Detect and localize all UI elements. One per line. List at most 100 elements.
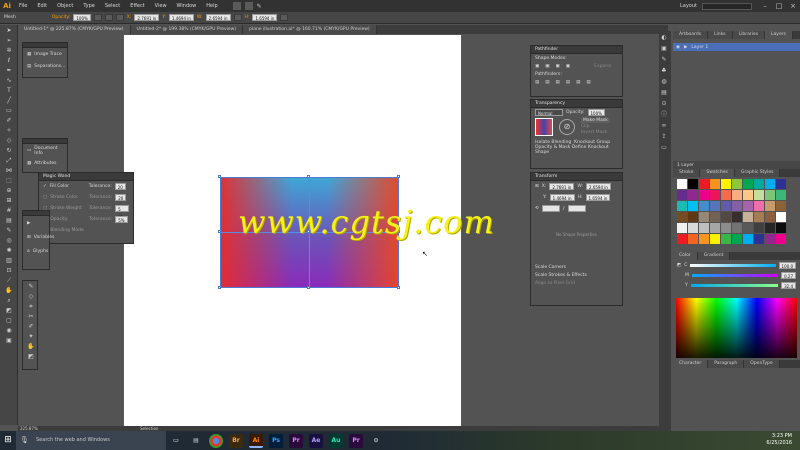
color-swatch[interactable] <box>776 234 786 244</box>
color-swatch[interactable] <box>743 223 753 233</box>
tab-paragraph[interactable]: Paragraph <box>708 360 745 368</box>
color-swatch[interactable] <box>765 234 775 244</box>
color-swatch[interactable] <box>699 212 709 222</box>
menu-view[interactable]: View <box>150 0 172 12</box>
expand-button[interactable]: Expand <box>594 64 611 69</box>
c-value-field[interactable]: 100.0 <box>778 261 796 269</box>
width-tool-icon[interactable]: ⋈ <box>3 166 15 175</box>
tab-artboards[interactable]: Artboards <box>673 31 709 39</box>
scale-corners-checkbox[interactable]: Scale Corners <box>531 263 622 271</box>
color-mode-icon[interactable]: ▢ <box>3 316 15 325</box>
transform-h-field[interactable]: 1.6594 in <box>585 194 611 201</box>
tab-character[interactable]: Character <box>673 360 709 368</box>
menu-select[interactable]: Select <box>100 0 125 12</box>
menu-object[interactable]: Object <box>52 0 78 12</box>
transform-x-field[interactable]: 2.7691 in <box>549 183 575 190</box>
y-slider[interactable] <box>690 283 779 287</box>
selection-tool-icon[interactable]: ➤ <box>3 26 15 35</box>
color-swatch[interactable] <box>754 190 764 200</box>
arrange-documents-icon[interactable] <box>244 2 253 10</box>
pencil-icon[interactable]: ✐ <box>25 322 37 331</box>
glyphs-item[interactable]: a Glyphs <box>23 244 49 258</box>
reference-point-icon[interactable]: ⊞ <box>535 184 539 189</box>
color-swatch[interactable] <box>732 179 742 189</box>
tab-document-3[interactable]: plane illustration.ai* @ 160.71% (CMYK/G… <box>243 25 377 34</box>
slice-tool-icon[interactable]: ⟋ <box>3 276 15 285</box>
symbol-sprayer-tool-icon[interactable]: ✺ <box>3 246 15 255</box>
tab-document-1[interactable]: Untitled-1* @ 225.87% (CMYK/GPU Preview) <box>18 25 131 34</box>
intersect-icon[interactable]: ▣ <box>556 64 560 69</box>
variables-item[interactable]: ⊞ Variables <box>23 230 54 244</box>
crop-icon[interactable]: ⌗ <box>25 302 37 311</box>
x-field[interactable]: 2.7691 in <box>134 14 160 21</box>
knockout-group-checkbox[interactable]: Knockout Group <box>574 140 610 145</box>
transparency-title[interactable]: Transparency <box>531 100 622 108</box>
color-swatch[interactable] <box>721 212 731 222</box>
eyedropper-tool-icon[interactable]: ✎ <box>3 226 15 235</box>
bridge-icon[interactable] <box>232 2 241 10</box>
brushes-icon[interactable]: ✎ <box>660 56 668 64</box>
expand-layer-icon[interactable]: ▶ <box>684 45 687 50</box>
tab-document-2[interactable]: Untitled-2* @ 199.38% (CMYK/GPU Preview) <box>130 25 244 34</box>
color-swatch[interactable] <box>743 201 753 211</box>
crop-pf-icon[interactable]: ▤ <box>566 80 570 85</box>
color-guide-icon[interactable]: ◐ <box>660 34 668 42</box>
isolate-blending-checkbox[interactable]: Isolate Blending <box>535 140 571 145</box>
h-field[interactable]: 1.6594 in <box>252 14 278 21</box>
color-swatch[interactable] <box>743 234 753 244</box>
color-swatch[interactable] <box>754 179 764 189</box>
stroke-tolerance-field[interactable]: 20 <box>115 194 127 201</box>
y-value-field[interactable]: 32.4 <box>781 281 796 289</box>
shape-icon[interactable]: ◇ <box>25 292 37 301</box>
star-icon[interactable]: ✦ <box>25 332 37 341</box>
color-swatch[interactable] <box>732 223 742 233</box>
anchor-point[interactable] <box>397 286 400 289</box>
m-slider[interactable] <box>691 273 779 277</box>
menu-edit[interactable]: Edit <box>32 0 52 12</box>
w-field[interactable]: 2.6594 in <box>205 14 231 21</box>
color-swatch[interactable] <box>677 201 687 211</box>
color-swatch[interactable] <box>677 190 687 200</box>
blend-mode-select[interactable]: Normal <box>535 108 563 116</box>
color-swatch[interactable] <box>688 223 698 233</box>
system-clock[interactable]: 3:23 PM 6/25/2016 <box>766 433 792 447</box>
after-effects-app-icon[interactable]: Ae <box>309 433 323 448</box>
scale-strokes-checkbox[interactable]: Scale Strokes & Effects <box>531 271 622 279</box>
anchor-point[interactable] <box>397 175 400 178</box>
color-swatch[interactable] <box>765 179 775 189</box>
menu-effect[interactable]: Effect <box>125 0 149 12</box>
color-swatch[interactable] <box>721 190 731 200</box>
symbols-icon[interactable]: ♣ <box>660 67 668 75</box>
color-swatch[interactable] <box>699 190 709 200</box>
object-thumbnail[interactable] <box>535 118 553 136</box>
eraser-tool-icon[interactable]: ◇ <box>3 136 15 145</box>
transform-y-field[interactable]: 1.4694 in <box>549 194 575 201</box>
opacity-label[interactable]: Opacity: <box>52 15 71 20</box>
color-swatch[interactable] <box>743 190 753 200</box>
make-mask-button[interactable]: Make Mask <box>581 118 610 123</box>
color-swatch[interactable] <box>710 212 720 222</box>
color-swatch[interactable] <box>776 179 786 189</box>
color-swatch[interactable] <box>743 212 753 222</box>
color-swatch[interactable] <box>710 223 720 233</box>
tab-opentype[interactable]: OpenType <box>744 360 780 368</box>
layer-row[interactable]: ◉ ▶ Layer 1 <box>673 43 800 51</box>
link-icon[interactable] <box>233 14 242 21</box>
tab-links[interactable]: Links <box>708 31 733 39</box>
color-swatch[interactable] <box>688 212 698 222</box>
align-icon[interactable] <box>104 14 113 21</box>
color-swatch[interactable] <box>710 234 720 244</box>
color-swatch[interactable] <box>732 190 742 200</box>
color-swatch[interactable] <box>743 179 753 189</box>
minus-front-icon[interactable]: ▣ <box>545 64 549 69</box>
color-swatch[interactable] <box>754 212 764 222</box>
magic-wand-tool-icon[interactable]: ✲ <box>3 46 15 55</box>
minimize-icon[interactable]: – <box>758 0 772 12</box>
color-swatch[interactable] <box>732 234 742 244</box>
color-swatch[interactable] <box>699 223 709 233</box>
color-swatch[interactable] <box>776 201 786 211</box>
magic-wand-title[interactable]: Magic Wand <box>39 173 133 181</box>
color-swatch[interactable] <box>688 201 698 211</box>
visibility-icon[interactable]: ◉ <box>676 45 680 50</box>
color-swatch[interactable] <box>721 179 731 189</box>
